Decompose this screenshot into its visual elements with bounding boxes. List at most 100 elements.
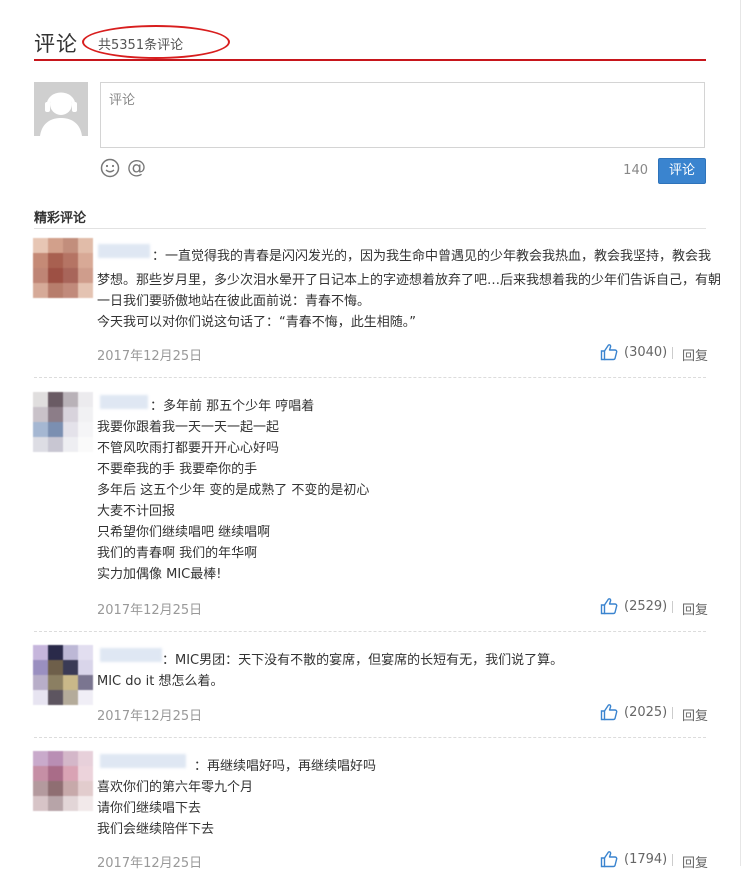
comment-text-line: 一日我们要骄傲地站在彼此面前说：青春不悔。 — [97, 294, 371, 309]
avatar-mosaic-cell — [33, 283, 48, 298]
comment-text-line: 多年后 这五个少年 变的是成熟了 不变的是初心 — [97, 483, 370, 498]
avatar-mosaic-cell — [48, 766, 63, 781]
comment-separator — [34, 737, 706, 738]
avatar-mosaic-cell — [33, 422, 48, 437]
avatar-mosaic-cell — [78, 781, 93, 796]
avatar-mosaic-cell — [78, 660, 93, 675]
comment-text-line: 喜欢你们的第六年零九个月 — [97, 780, 254, 795]
user-avatar — [34, 82, 88, 136]
avatar-mosaic-cell — [78, 751, 93, 766]
thumbs-up-icon[interactable] — [600, 597, 618, 615]
avatar-mosaic-cell — [63, 690, 78, 705]
comment-text-line: 梦想。那些岁月里，多少次泪水晕开了日记本上的字迹想着放弃了吧…后来我想着我的少年… — [97, 273, 722, 288]
comment-text-line: 今天我可以对你们说这句话了：“青春不悔，此生相随。” — [97, 315, 416, 330]
divider — [672, 601, 673, 613]
avatar-mosaic-cell — [63, 766, 78, 781]
section-title: 精彩评论 — [34, 211, 87, 226]
username-redacted[interactable] — [100, 754, 186, 768]
comment-text-line: 实力加偶像 MIC最棒! — [97, 567, 222, 582]
avatar-mosaic-cell — [33, 766, 48, 781]
avatar-mosaic-cell — [33, 437, 48, 452]
avatar-mosaic-cell — [63, 422, 78, 437]
divider — [672, 854, 673, 866]
like-count: (2025) — [624, 705, 668, 720]
header-divider — [34, 59, 706, 61]
avatar-mosaic-cell — [33, 392, 48, 407]
commenter-avatar — [33, 645, 93, 705]
avatar-mosaic-cell — [48, 253, 63, 268]
comment-date: 2017年12月25日 — [97, 349, 203, 364]
avatar-mosaic-cell — [33, 690, 48, 705]
comment-text-line: 不管风吹雨打都要开开心心好吗 — [97, 441, 280, 456]
avatar-mosaic-cell — [33, 660, 48, 675]
comment-input[interactable] — [109, 89, 689, 139]
avatar-mosaic-cell — [63, 796, 78, 811]
page-right-edge — [740, 0, 741, 866]
comment-separator — [34, 377, 706, 378]
comment-count: 共5351条评论 — [98, 38, 184, 53]
avatar-mosaic-cell — [48, 751, 63, 766]
smiley-icon[interactable] — [100, 158, 120, 178]
comment-text-line: MIC do it 想怎么着。 — [97, 674, 224, 689]
mention-button[interactable]: @ — [127, 155, 146, 179]
comment-date: 2017年12月25日 — [97, 709, 203, 724]
avatar-mosaic-cell — [78, 437, 93, 452]
avatar-mosaic-cell — [78, 268, 93, 283]
avatar-mosaic-cell — [78, 690, 93, 705]
divider — [672, 347, 673, 359]
comment-text-line: ：MIC男团：天下没有不散的宴席，但宴席的长短有无，我们说了算。 — [162, 653, 564, 668]
reply-link[interactable]: 回复 — [682, 599, 708, 618]
thumbs-up-icon[interactable] — [600, 703, 618, 721]
avatar-mosaic-cell — [48, 407, 63, 422]
avatar-mosaic-cell — [48, 283, 63, 298]
char-count: 140 — [623, 163, 648, 178]
avatar-mosaic-cell — [78, 253, 93, 268]
comment-separator — [34, 631, 706, 632]
avatar-mosaic-cell — [78, 645, 93, 660]
comment-box[interactable] — [100, 82, 705, 148]
avatar-mosaic-cell — [33, 407, 48, 422]
avatar-mosaic-cell — [48, 781, 63, 796]
avatar-mosaic-cell — [63, 253, 78, 268]
avatar-mosaic-cell — [33, 268, 48, 283]
reply-link[interactable]: 回复 — [682, 852, 708, 871]
section-divider — [34, 228, 706, 229]
avatar-mosaic-cell — [63, 238, 78, 253]
comment-date: 2017年12月25日 — [97, 603, 203, 618]
comment-text-line: 只希望你们继续唱吧 继续唱啊 — [97, 525, 271, 540]
avatar-mosaic-cell — [78, 796, 93, 811]
avatar-mosaic-cell — [48, 660, 63, 675]
comment-text-line: 我们会继续陪伴下去 — [97, 822, 215, 837]
avatar-mosaic-cell — [48, 675, 63, 690]
avatar-mosaic-cell — [63, 407, 78, 422]
avatar-mosaic-cell — [78, 407, 93, 422]
reply-link[interactable]: 回复 — [682, 705, 708, 724]
commenter-avatar — [33, 392, 93, 452]
avatar-mosaic-cell — [63, 660, 78, 675]
comment-text-line: 我要你跟着我一天一天一起一起 — [97, 420, 280, 435]
avatar-mosaic-cell — [48, 645, 63, 660]
avatar-mosaic-cell — [78, 283, 93, 298]
avatar-mosaic-cell — [48, 437, 63, 452]
comment-text-line: 我们的青春啊 我们的年华啊 — [97, 546, 258, 561]
comment-date: 2017年12月25日 — [97, 856, 203, 871]
avatar-mosaic-cell — [78, 766, 93, 781]
username-redacted[interactable] — [100, 395, 148, 409]
submit-comment-button[interactable]: 评论 — [658, 158, 706, 184]
avatar-mosaic-cell — [33, 675, 48, 690]
avatar-mosaic-cell — [48, 690, 63, 705]
avatar-mosaic-cell — [33, 253, 48, 268]
comment-text-line: ：再继续唱好吗，再继续唱好吗 — [194, 759, 377, 774]
username-redacted[interactable] — [98, 244, 150, 258]
like-count: (3040) — [624, 345, 668, 360]
thumbs-up-icon[interactable] — [600, 343, 618, 361]
commenter-avatar — [33, 238, 93, 298]
avatar-mosaic-cell — [48, 268, 63, 283]
reply-link[interactable]: 回复 — [682, 345, 708, 364]
comment-text-line: ：一直觉得我的青春是闪闪发光的，因为我生命中曾遇见的少年教会我热血，教会我坚持，… — [152, 249, 712, 264]
thumbs-up-icon[interactable] — [600, 850, 618, 868]
avatar-mosaic-cell — [63, 751, 78, 766]
like-count: (1794) — [624, 852, 668, 867]
comment-text-line: 大麦不计回报 — [97, 504, 176, 519]
username-redacted[interactable] — [100, 648, 162, 662]
